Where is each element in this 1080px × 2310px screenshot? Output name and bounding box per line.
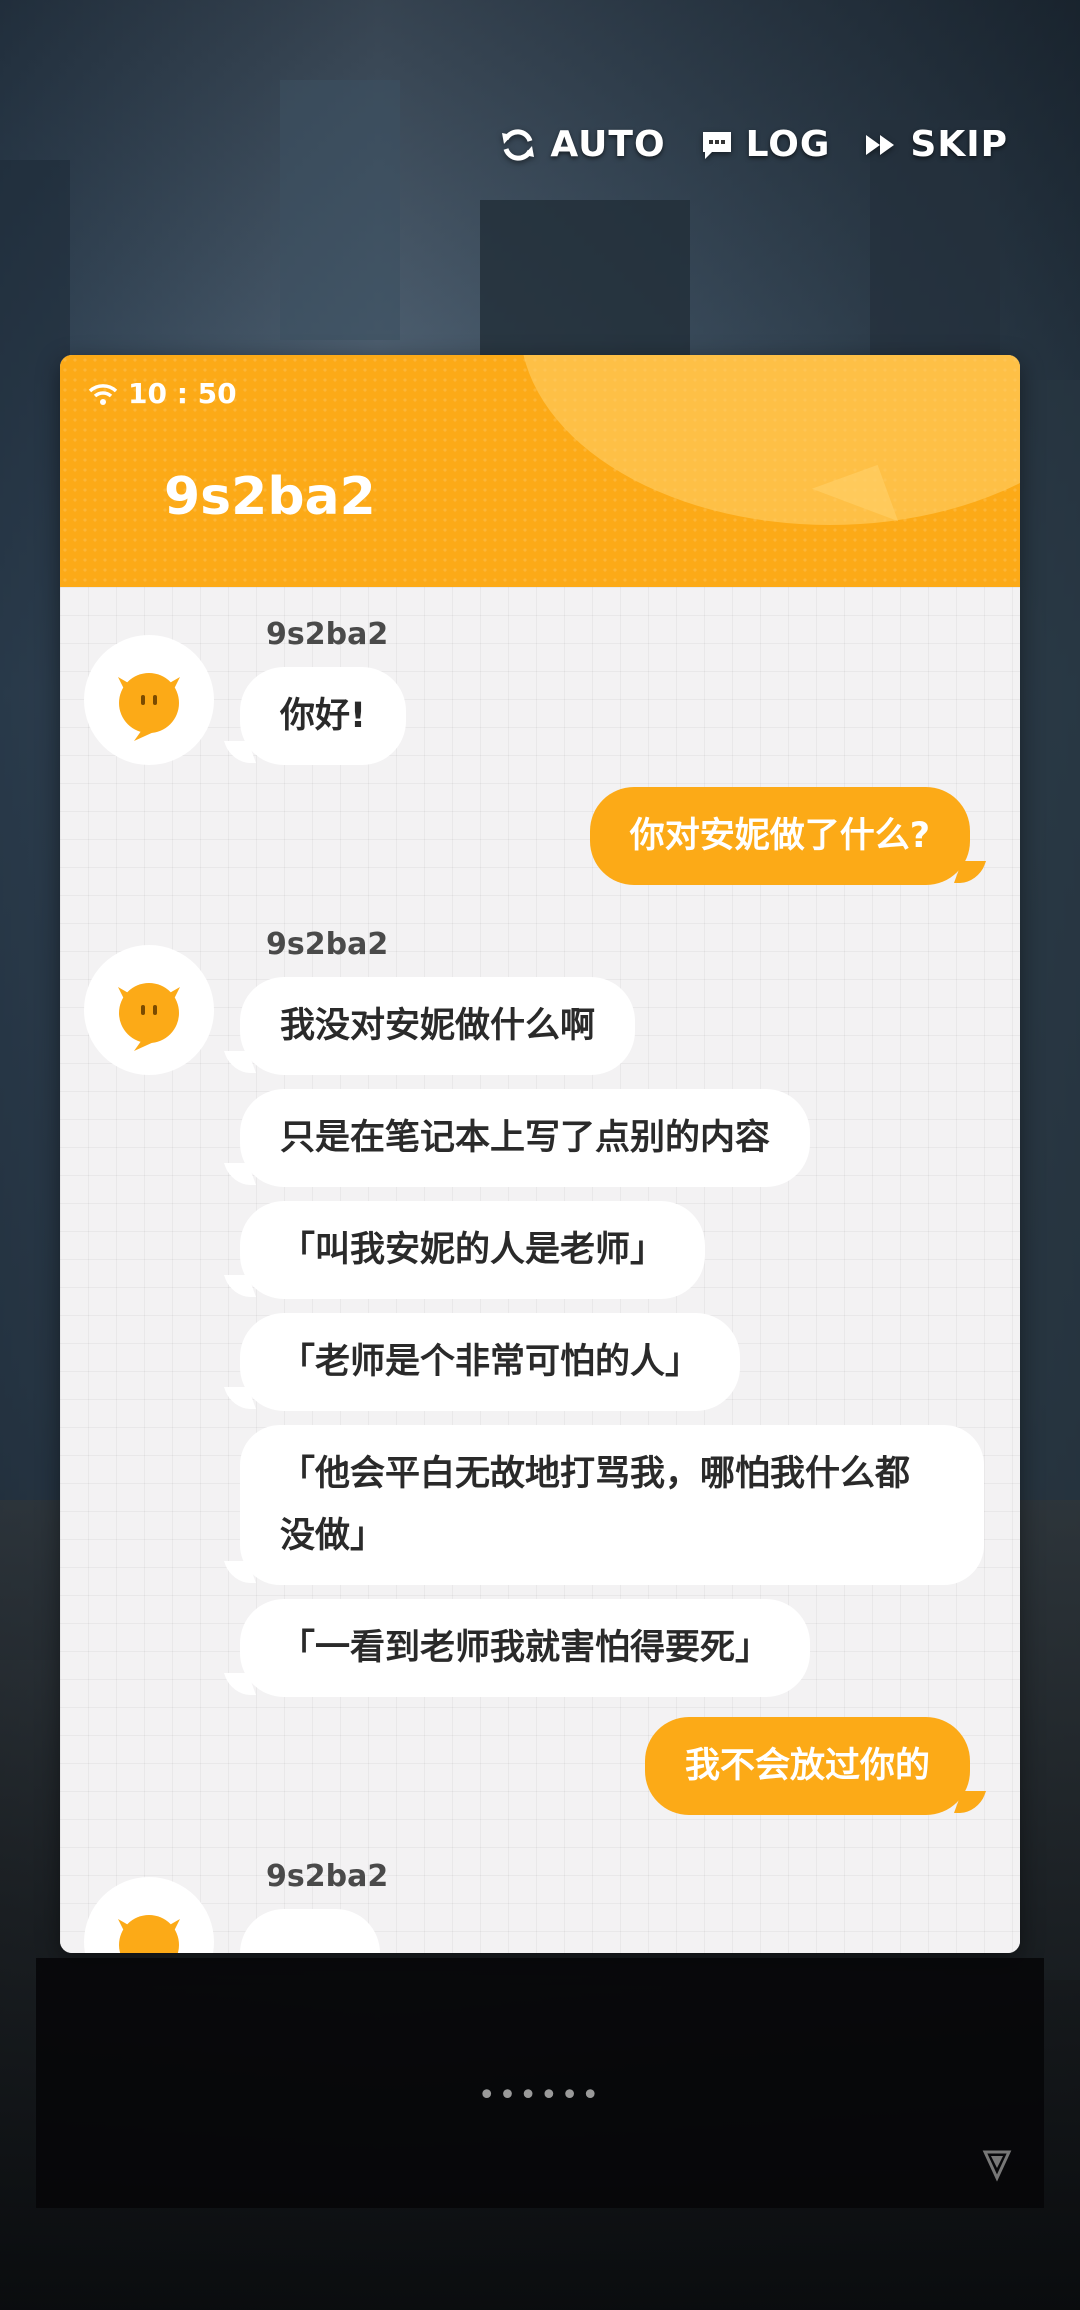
skip-label: SKIP (910, 124, 1008, 165)
dialog-box[interactable]: •••••• (36, 1958, 1044, 2208)
chat-bubble-icon (702, 131, 731, 159)
fast-forward-icon (866, 134, 895, 155)
dialog-text: •••••• (477, 2078, 603, 2113)
message-bubble-outgoing: 我不会放过你的 (644, 1717, 970, 1815)
wifi-icon (88, 383, 118, 405)
message-line: 没做」 (280, 1516, 386, 1556)
avatar (84, 945, 214, 1075)
message-bubble-incoming: 「他会平白无故地打骂我，哪怕我什么都 没做」 (240, 1425, 984, 1585)
message-bubble-incoming: 我没对安妮做什么啊 (240, 977, 636, 1075)
message-line: 「他会平白无故地打骂我，哪怕我什么都 (280, 1454, 911, 1494)
message-bubble-incoming: 「老师是个非常可怕的人」 (240, 1313, 741, 1411)
auto-label: AUTO (550, 124, 666, 165)
skip-button[interactable]: SKIP (864, 124, 1008, 165)
message-bubble-incoming: 「一看到老师我就害怕得要死」 (240, 1599, 811, 1697)
background-building (280, 80, 400, 340)
chat-messages[interactable]: 9s2ba2 你好! 你对安妮做了什么? 9s2ba2 我没对安妮做什么啊 只是… (60, 587, 1020, 1953)
avatar (84, 635, 214, 765)
yellow-mascot-icon (118, 983, 180, 1051)
log-button[interactable]: LOG (700, 124, 831, 165)
message-bubble-incoming: 「叫我安妮的人是老师」 (240, 1201, 706, 1299)
yellow-mascot-icon (118, 1915, 180, 1953)
message-bubble-outgoing: 你对安妮做了什么? (589, 787, 970, 885)
status-time: 10 : 50 (128, 377, 237, 410)
top-controls: AUTO LOG SKIP (498, 124, 1008, 165)
phone-chat-panel: 10 : 50 9s2ba2 9s2ba2 你好! 你对安妮做了什么? 9s2b… (60, 355, 1020, 1953)
message-bubble-incoming: 你好! (240, 667, 406, 765)
chevron-down-icon[interactable] (982, 2148, 1012, 2182)
chat-title: 9s2ba2 (164, 467, 376, 527)
sender-name: 9s2ba2 (266, 1859, 389, 1894)
auto-button[interactable]: AUTO (498, 124, 665, 165)
header-decoration (520, 355, 1020, 525)
yellow-mascot-icon (118, 673, 180, 741)
refresh-icon (502, 128, 535, 161)
message-bubble-incoming: 只是在笔记本上写了点别的内容 (240, 1089, 811, 1187)
avatar (84, 1877, 214, 1953)
sender-name: 9s2ba2 (266, 617, 389, 652)
log-label: LOG (745, 124, 831, 165)
sender-name: 9s2ba2 (266, 927, 389, 962)
message-bubble-incoming (240, 1909, 380, 1953)
chat-header: 10 : 50 9s2ba2 (60, 355, 1020, 587)
background-building (480, 200, 690, 360)
status-bar: 10 : 50 (88, 377, 237, 410)
